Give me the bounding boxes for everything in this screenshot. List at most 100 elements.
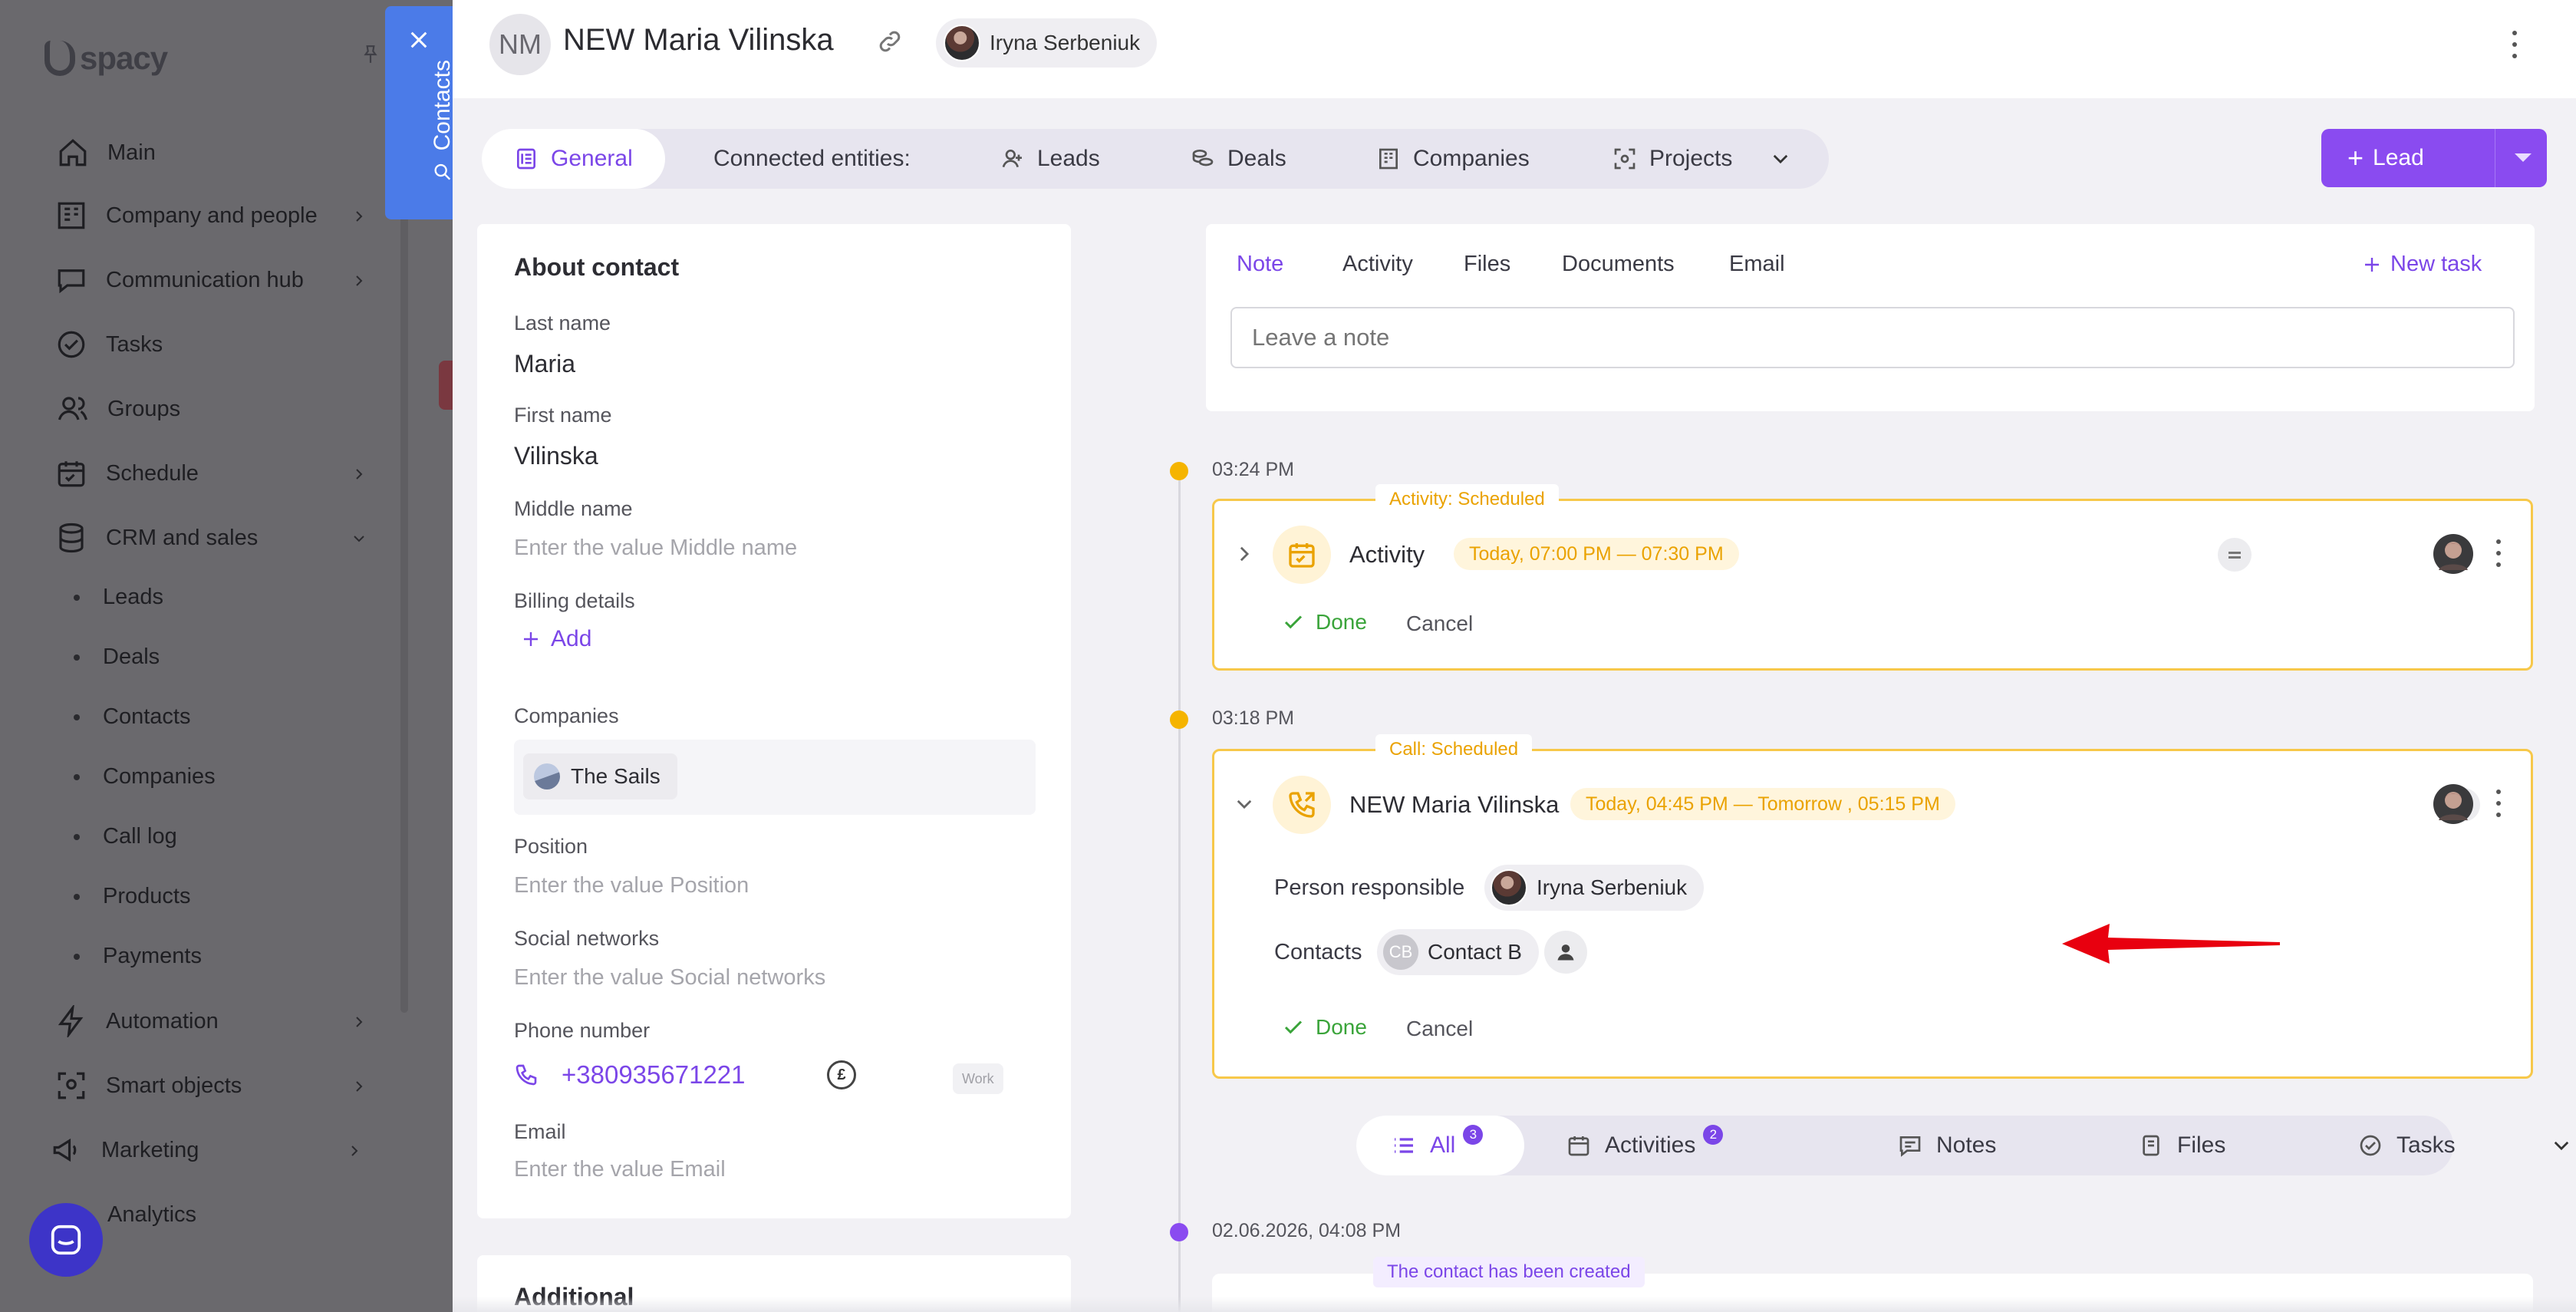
tab-projects[interactable]: Projects (1612, 129, 1732, 189)
link-icon[interactable] (876, 28, 904, 55)
companies-field[interactable]: The Sails (514, 740, 1036, 815)
activity-title: Activity (1349, 541, 1425, 568)
company-logo (534, 763, 560, 790)
background-badge (439, 361, 453, 410)
responsible-chip[interactable]: Iryna Serbeniuk (1484, 865, 1705, 911)
sidebar-item-communication-hub[interactable]: Communication hub (54, 262, 363, 298)
filter-all[interactable]: All 3 (1356, 1116, 1525, 1175)
app-logo[interactable]: spacy (44, 40, 168, 77)
pin-icon[interactable] (361, 45, 380, 64)
sidebar-item-company-and-people[interactable]: Company and people (54, 198, 363, 233)
filter-files[interactable]: Files (2139, 1116, 2225, 1175)
sidebar-subitem-deals[interactable]: Deals (74, 644, 160, 670)
cancel-button[interactable]: Cancel (1406, 611, 1473, 636)
add-lead-label: Lead (2373, 145, 2424, 170)
megaphone-icon (53, 1138, 77, 1162)
sidebar-item-crm-and-sales[interactable]: CRM and sales (54, 520, 364, 555)
contacts-panel-tab[interactable]: Contacts (385, 6, 456, 219)
timeline-time: 03:24 PM (1212, 459, 1295, 480)
dropdown-caret-icon[interactable] (2515, 153, 2532, 162)
email-field[interactable]: Enter the value Email (514, 1157, 726, 1182)
check-icon (1284, 1020, 1303, 1034)
user-plus-icon (1002, 150, 1022, 168)
position-field[interactable]: Enter the value Position (514, 873, 749, 898)
filter-activities[interactable]: Activities 2 (1566, 1116, 1729, 1175)
sidebar-subitem-label: Contacts (103, 704, 191, 729)
first-name-field[interactable]: Vilinska (514, 442, 598, 470)
support-chat-button[interactable] (29, 1203, 103, 1277)
sidebar-item-marketing[interactable]: Marketing (49, 1132, 358, 1168)
chevron-right-icon (356, 469, 363, 480)
field-label: First name (514, 404, 612, 427)
contacts-tab-label-wrap: Contacts (430, 60, 456, 183)
activity-card: Activity: Scheduled Activity Today, 07:0… (1212, 484, 2533, 671)
done-button[interactable]: Done (1282, 1015, 1367, 1040)
tab-deals[interactable]: Deals (1191, 129, 1286, 189)
entity-tabs: General Connected entities: Leads Deals … (482, 129, 1829, 189)
sidebar-item-smart-objects[interactable]: Smart objects (54, 1068, 363, 1103)
middle-name-field[interactable]: Enter the value Middle name (514, 536, 797, 561)
calendar-icon (1568, 1136, 1589, 1156)
chevron-down-icon[interactable] (2553, 1137, 2570, 1154)
sidebar-item-automation[interactable]: Automation (54, 1004, 363, 1039)
chevron-down-icon[interactable] (1772, 150, 1789, 167)
contact-chip[interactable]: CB Contact B (1377, 929, 1539, 975)
sidebar-subitem-call-log[interactable]: Call log (74, 824, 177, 849)
chevron-right-icon (356, 1081, 363, 1092)
tab-activity[interactable]: Activity (1342, 252, 1413, 277)
sidebar-item-main[interactable]: Main (55, 135, 156, 170)
priority-icon[interactable] (2218, 538, 2252, 572)
filter-tasks[interactable]: Tasks (2358, 1116, 2456, 1175)
sidebar-item-groups[interactable]: Groups (55, 391, 180, 427)
sidebar-subitem-companies[interactable]: Companies (74, 764, 216, 790)
note-composer: Note Activity Files Documents Email New … (1206, 224, 2535, 411)
sidebar-item-schedule[interactable]: Schedule (54, 456, 363, 491)
sidebar-subitem-label: Companies (103, 764, 216, 789)
add-billing-button[interactable]: Add (522, 626, 591, 652)
chevron-right-icon (351, 1146, 358, 1156)
more-options-icon[interactable] (2495, 790, 2502, 817)
field-label: Middle name (514, 497, 633, 520)
sidebar-item-tasks[interactable]: Tasks (54, 327, 163, 362)
tab-email[interactable]: Email (1729, 252, 1785, 277)
tab-general[interactable]: General (482, 129, 665, 189)
sidebar-subitem-label: Call log (103, 824, 177, 849)
new-task-label: New task (2390, 252, 2482, 276)
chevron-right-icon[interactable] (1236, 546, 1253, 562)
new-task-button[interactable]: New task (2363, 252, 2482, 277)
cancel-button[interactable]: Cancel (1406, 1017, 1473, 1041)
company-chip[interactable]: The Sails (523, 753, 677, 799)
owner-name: Iryna Serbeniuk (990, 31, 1141, 54)
add-contact-button[interactable] (1544, 931, 1587, 974)
done-button[interactable]: Done (1282, 610, 1367, 635)
note-input[interactable] (1230, 307, 2515, 368)
tab-leads[interactable]: Leads (1000, 129, 1100, 189)
field-label: Email (514, 1120, 566, 1143)
scan-icon (1614, 148, 1636, 170)
tab-documents[interactable]: Documents (1562, 252, 1675, 277)
field-label: Companies (514, 704, 619, 727)
sidebar-subitem-payments[interactable]: Payments (74, 944, 202, 969)
sidebar-subitem-contacts[interactable]: Contacts (74, 704, 190, 730)
last-name-field[interactable]: Maria (514, 350, 575, 378)
social-networks-field[interactable]: Enter the value Social networks (514, 965, 825, 991)
owner-chip[interactable]: Iryna Serbeniuk (936, 18, 1158, 68)
contacts-tab-label: Contacts (430, 60, 455, 151)
chevron-down-icon[interactable] (1236, 796, 1253, 813)
logo-text: spacy (80, 40, 168, 76)
tab-companies[interactable]: Companies (1376, 129, 1530, 189)
tab-files[interactable]: Files (1464, 252, 1510, 277)
phone-type-badge: Work (953, 1063, 1003, 1094)
add-lead-button[interactable]: + Lead (2321, 129, 2547, 187)
more-options-icon[interactable] (2512, 31, 2518, 58)
sidebar-item-label: Schedule (106, 460, 199, 486)
close-icon[interactable] (408, 29, 430, 51)
document-icon (517, 148, 535, 170)
sidebar-subitem-leads[interactable]: Leads (74, 585, 163, 610)
comment-icon (1899, 1136, 1921, 1157)
filter-notes[interactable]: Notes (1898, 1116, 1996, 1175)
sidebar-subitem-products[interactable]: Products (74, 884, 190, 909)
tab-note[interactable]: Note (1237, 252, 1283, 277)
more-options-icon[interactable] (2495, 539, 2502, 567)
phone-link[interactable]: +380935671221 (514, 1060, 746, 1089)
